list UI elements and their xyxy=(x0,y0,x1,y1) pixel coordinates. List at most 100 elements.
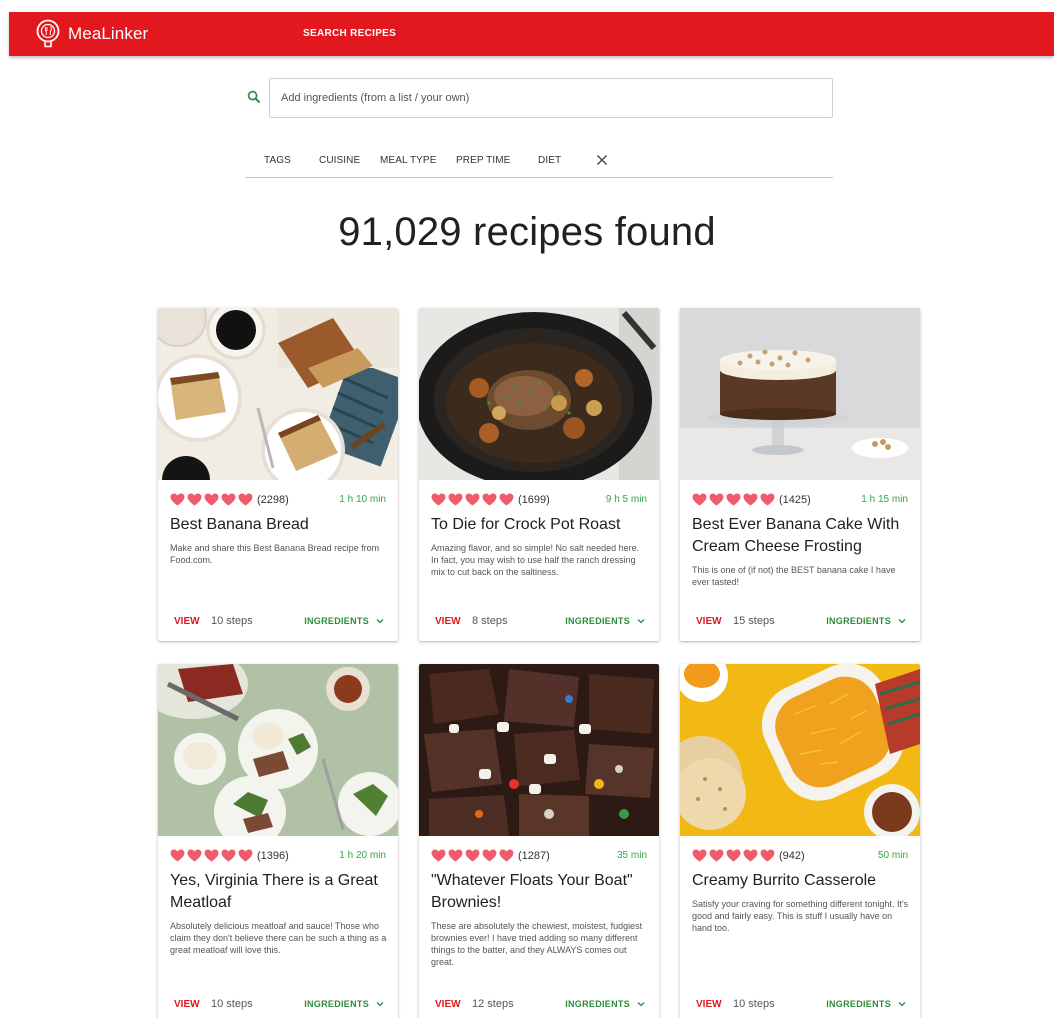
view-recipe-button[interactable]: VIEW xyxy=(435,616,461,627)
chevron-down-icon xyxy=(898,619,906,624)
tab-prep-time[interactable]: PREP TIME xyxy=(456,155,510,166)
ingredients-toggle-button[interactable]: INGREDIENTS xyxy=(826,616,906,626)
rating-count: (2298) xyxy=(257,493,289,506)
heart-icon xyxy=(709,849,724,862)
ingredients-toggle-button[interactable]: INGREDIENTS xyxy=(565,999,645,1009)
view-recipe-button[interactable]: VIEW xyxy=(174,616,200,627)
ingredient-search-input[interactable] xyxy=(269,78,833,118)
view-recipe-button[interactable]: VIEW xyxy=(174,999,200,1010)
recipe-card[interactable]: (2298) 1 h 10 min Best Banana Bread Make… xyxy=(158,308,398,641)
search-icon xyxy=(247,90,261,104)
rating-hearts: (942) xyxy=(692,849,805,862)
heart-icon xyxy=(431,849,446,862)
rating-hearts: (2298) xyxy=(170,493,289,506)
nav-search-recipes[interactable]: SEARCH RECIPES xyxy=(303,28,396,39)
heart-icon xyxy=(482,493,497,506)
heart-icon xyxy=(499,849,514,862)
recipe-image[interactable] xyxy=(419,308,659,480)
recipe-image[interactable] xyxy=(158,664,398,836)
ingredients-label: INGREDIENTS xyxy=(826,999,891,1009)
recipe-image[interactable] xyxy=(419,664,659,836)
rating-count: (942) xyxy=(779,849,805,862)
ingredients-label: INGREDIENTS xyxy=(826,616,891,626)
cook-time: 1 h 15 min xyxy=(861,494,908,505)
heart-icon xyxy=(448,849,463,862)
rating-count: (1425) xyxy=(779,493,811,506)
recipe-card[interactable]: (1699) 9 h 5 min To Die for Crock Pot Ro… xyxy=(419,308,659,641)
step-count: 12 steps xyxy=(472,998,514,1010)
heart-icon xyxy=(221,493,236,506)
rating-hearts: (1425) xyxy=(692,493,811,506)
view-recipe-button[interactable]: VIEW xyxy=(435,999,461,1010)
recipe-title[interactable]: Best Ever Banana Cake With Cream Cheese … xyxy=(692,514,910,558)
clear-filters-icon[interactable] xyxy=(596,154,608,166)
cook-time: 50 min xyxy=(877,850,908,861)
heart-icon xyxy=(238,849,253,862)
rating-count: (1396) xyxy=(257,849,289,862)
brand-name[interactable]: MeaLinker xyxy=(68,24,148,44)
recipe-title[interactable]: Creamy Burrito Casserole xyxy=(692,870,910,892)
heart-icon xyxy=(760,849,775,862)
heart-icon xyxy=(238,493,253,506)
recipe-card[interactable]: (942) 50 min Creamy Burrito Casserole Sa… xyxy=(680,664,920,1018)
meatloaf-photo xyxy=(158,664,398,836)
recipe-title[interactable]: To Die for Crock Pot Roast xyxy=(431,514,649,536)
recipe-description: Absolutely delicious meatloaf and sauce!… xyxy=(170,921,387,955)
heart-icon xyxy=(204,849,219,862)
recipe-card[interactable]: (1396) 1 h 20 min Yes, Virginia There is… xyxy=(158,664,398,1018)
mealinker-logo-icon[interactable] xyxy=(35,19,61,49)
banana-cake-photo xyxy=(680,308,920,480)
heart-icon xyxy=(692,849,707,862)
rating-count: (1287) xyxy=(518,849,550,862)
ingredients-toggle-button[interactable]: INGREDIENTS xyxy=(565,616,645,626)
recipe-card[interactable]: (1287) 35 min "Whatever Floats Your Boat… xyxy=(419,664,659,1018)
burrito-casserole-photo xyxy=(680,664,920,836)
heart-icon xyxy=(448,493,463,506)
ingredients-toggle-button[interactable]: INGREDIENTS xyxy=(304,999,384,1009)
recipe-description: Make and share this Best Banana Bread re… xyxy=(170,543,380,565)
cook-time: 1 h 20 min xyxy=(339,850,386,861)
recipe-description: This is one of (if not) the BEST banana … xyxy=(692,565,896,587)
recipe-title[interactable]: Yes, Virginia There is a Great Meatloaf xyxy=(170,870,388,914)
recipe-description: These are absolutely the chewiest, moist… xyxy=(431,921,643,967)
heart-icon xyxy=(692,493,707,506)
recipe-image[interactable] xyxy=(680,308,920,480)
ingredients-label: INGREDIENTS xyxy=(565,616,630,626)
rating-hearts: (1699) xyxy=(431,493,550,506)
brownies-photo xyxy=(419,664,659,836)
chevron-down-icon xyxy=(376,1002,384,1007)
heart-icon xyxy=(726,849,741,862)
recipe-description: Satisfy your craving for something diffe… xyxy=(692,899,909,933)
step-count: 8 steps xyxy=(472,615,508,627)
view-recipe-button[interactable]: VIEW xyxy=(696,999,722,1010)
crock-pot-roast-photo xyxy=(419,308,659,480)
heart-icon xyxy=(221,849,236,862)
heart-icon xyxy=(482,849,497,862)
heart-icon xyxy=(726,493,741,506)
recipe-title[interactable]: "Whatever Floats Your Boat" Brownies! xyxy=(431,870,649,914)
recipe-card[interactable]: (1425) 1 h 15 min Best Ever Banana Cake … xyxy=(680,308,920,641)
tab-tags[interactable]: TAGS xyxy=(264,155,291,166)
tab-cuisine[interactable]: CUISINE xyxy=(319,155,360,166)
chevron-down-icon xyxy=(637,619,645,624)
cook-time: 35 min xyxy=(616,850,647,861)
recipe-image[interactable] xyxy=(158,308,398,480)
filter-tabs: TAGS CUISINE MEAL TYPE PREP TIME DIET xyxy=(245,146,833,178)
view-recipe-button[interactable]: VIEW xyxy=(696,616,722,627)
recipe-title[interactable]: Best Banana Bread xyxy=(170,514,388,536)
recipe-image[interactable] xyxy=(680,664,920,836)
ingredients-label: INGREDIENTS xyxy=(304,999,369,1009)
rating-count: (1699) xyxy=(518,493,550,506)
rating-hearts: (1287) xyxy=(431,849,550,862)
ingredients-toggle-button[interactable]: INGREDIENTS xyxy=(304,616,384,626)
tab-meal-type[interactable]: MEAL TYPE xyxy=(380,155,436,166)
heart-icon xyxy=(743,849,758,862)
heart-icon xyxy=(743,493,758,506)
app-bar: MeaLinker SEARCH RECIPES xyxy=(9,12,1054,56)
results-count-heading: 91,029 recipes found xyxy=(338,210,716,254)
heart-icon xyxy=(170,849,185,862)
ingredients-toggle-button[interactable]: INGREDIENTS xyxy=(826,999,906,1009)
ingredients-label: INGREDIENTS xyxy=(304,616,369,626)
tab-diet[interactable]: DIET xyxy=(538,155,561,166)
heart-icon xyxy=(187,849,202,862)
